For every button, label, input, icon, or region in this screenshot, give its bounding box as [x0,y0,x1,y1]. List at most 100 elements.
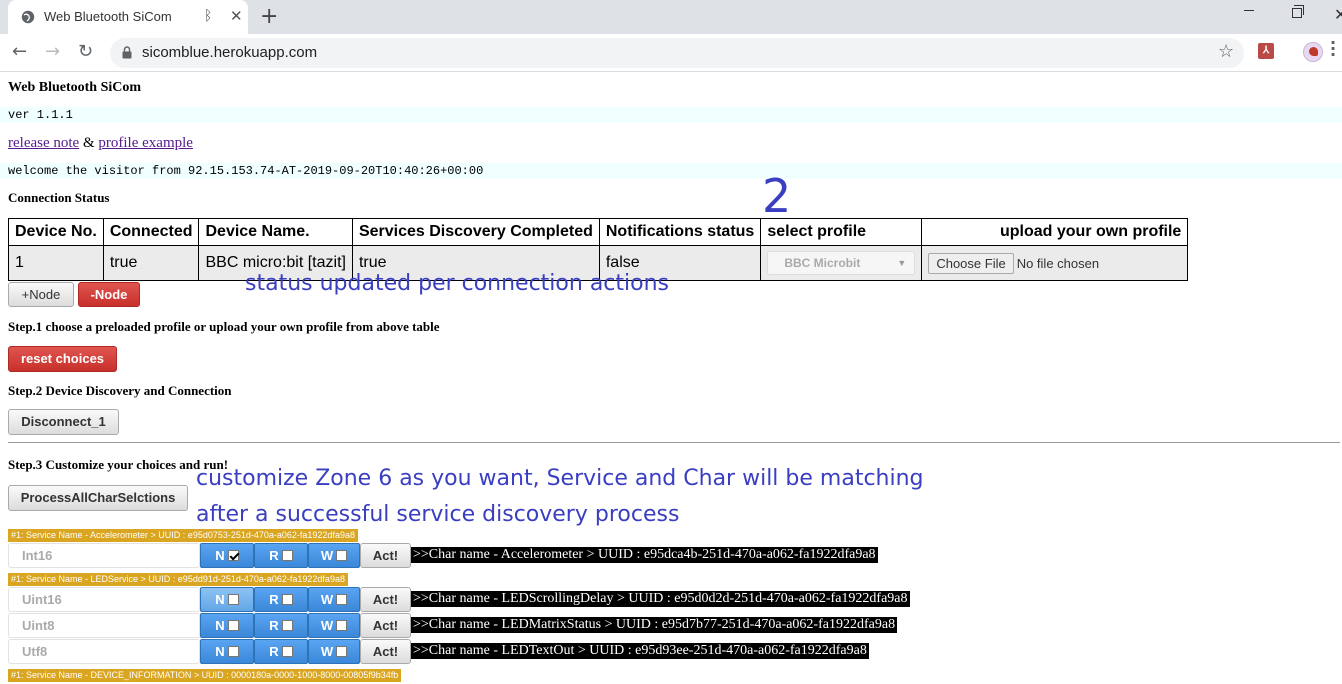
connection-status-heading: Connection Status [8,190,110,205]
read-checkbox[interactable] [281,620,293,631]
notify-label: N [215,618,225,633]
char-row: Utf8 N R W Act! >>Char name - LEDTextOut… [8,639,1008,664]
profile-avatar[interactable] [1303,42,1323,62]
act-button[interactable]: Act! [360,639,411,664]
annotation-customize-2: after a successful service discovery pro… [196,502,680,527]
profile-select[interactable]: BBC Microbit ▼ [767,251,916,275]
write-toggle[interactable]: W [308,613,360,638]
address-bar[interactable]: sicomblue.herokuapp.com ☆ [110,38,1244,68]
write-toggle[interactable]: W [308,639,360,664]
profile-select-value: BBC Microbit [784,256,861,270]
header-upload-profile: upload your own profile [921,218,1189,246]
write-checkbox[interactable] [336,550,348,561]
notify-checkbox[interactable] [227,550,239,561]
read-checkbox[interactable] [281,550,293,561]
act-button[interactable]: Act! [360,543,411,568]
globe-icon [21,10,35,24]
step2-heading: Step.2 Device Discovery and Connection [8,383,232,398]
header-connected: Connected [102,218,200,246]
write-toggle[interactable]: W [308,543,360,568]
data-type-field[interactable]: Uint16 [8,587,200,612]
service-label: #1: Service Name - DEVICE_INFORMATION > … [8,669,402,682]
write-label: W [320,618,334,633]
restore-icon[interactable] [1292,5,1304,18]
notify-toggle[interactable]: N [200,613,254,638]
version-line: ver 1.1.1 [0,107,1342,123]
welcome-line: welcome the visitor from 92.15.153.74-AT… [0,163,1342,179]
annotation-status-note: status updated per connection actions [245,271,669,296]
menu-icon[interactable]: · · · [1330,35,1336,63]
minimize-icon[interactable] [1244,10,1254,11]
write-checkbox[interactable] [336,594,348,605]
back-icon[interactable]: ← [12,41,27,62]
service-label: #1: Service Name - LEDService > UUID : e… [8,573,348,586]
tab-strip: Web Bluetooth SiCom ᛒ ✕ + ✕ [0,0,1342,34]
read-toggle[interactable]: R [254,613,308,638]
cell-select-profile: BBC Microbit ▼ [760,245,923,281]
pdf-extension-icon[interactable]: ⅄ [1258,43,1274,59]
service-label: #1: Service Name - Accelerometer > UUID … [8,529,358,542]
notify-toggle[interactable]: N [200,543,254,568]
notify-checkbox[interactable] [227,594,239,605]
write-checkbox[interactable] [336,620,348,631]
notify-checkbox[interactable] [227,620,239,631]
bookmark-star-icon[interactable]: ☆ [1218,41,1234,62]
step1-heading: Step.1 choose a preloaded profile or upl… [8,319,440,334]
read-toggle[interactable]: R [254,543,308,568]
data-type-field[interactable]: Int16 [8,543,200,568]
notify-checkbox[interactable] [227,646,239,657]
cell-device-no: 1 [8,245,104,281]
data-type-field[interactable]: Utf8 [8,639,200,664]
header-device-no: Device No. [8,218,104,246]
annotation-number: 2 [762,169,792,223]
choose-file-button[interactable]: Choose File [928,252,1014,274]
char-row: Uint8 N R W Act! >>Char name - LEDMatrix… [8,613,1008,638]
disconnect-button[interactable]: Disconnect_1 [8,409,119,435]
close-tab-icon[interactable]: ✕ [230,7,243,25]
read-label: R [269,618,279,633]
reload-icon[interactable]: ↻ [78,41,93,62]
remove-node-button[interactable]: -Node [78,282,140,307]
char-name-label: >>Char name - LEDScrollingDelay > UUID :… [411,591,910,607]
act-button[interactable]: Act! [360,587,411,612]
char-row: Int16 N R W Act! >>Char name - Accelerom… [8,543,1008,568]
write-toggle[interactable]: W [308,587,360,612]
write-checkbox[interactable] [336,646,348,657]
links-line: release note & profile example [8,135,193,152]
add-node-button[interactable]: +Node [8,282,74,307]
process-all-button[interactable]: ProcessAllCharSelctions [8,485,188,511]
browser-tab[interactable]: Web Bluetooth SiCom ᛒ ✕ [8,0,248,34]
notify-toggle[interactable]: N [200,587,254,612]
read-checkbox[interactable] [281,594,293,605]
act-button[interactable]: Act! [360,613,411,638]
cell-upload-profile: Choose File No file chosen [921,245,1189,281]
divider [8,442,1340,443]
forward-icon[interactable]: → [45,41,60,62]
window-close-icon[interactable]: ✕ [1334,5,1342,24]
bluetooth-icon: ᛒ [204,8,213,24]
release-note-link[interactable]: release note [8,135,79,151]
read-toggle[interactable]: R [254,639,308,664]
read-label: R [269,644,279,659]
profile-example-link[interactable]: profile example [98,135,193,151]
links-separator: & [82,135,95,151]
write-label: W [320,592,334,607]
new-tab-icon[interactable]: + [260,4,278,29]
annotation-customize-1: customize Zone 6 as you want, Service an… [196,466,924,491]
file-status-text: No file chosen [1016,255,1100,271]
browser-toolbar: ← → ↻ sicomblue.herokuapp.com ☆ [0,34,1342,72]
char-name-label: >>Char name - LEDMatrixStatus > UUID : e… [411,617,898,633]
read-toggle[interactable]: R [254,587,308,612]
read-label: R [269,548,279,563]
data-type-field[interactable]: Uint8 [8,613,200,638]
reset-choices-button[interactable]: reset choices [8,346,117,372]
page-content: Web Bluetooth SiCom ver 1.1.1 release no… [0,73,1342,684]
lock-icon [122,46,132,59]
write-label: W [320,644,334,659]
char-name-label: >>Char name - Accelerometer > UUID : e95… [411,547,878,563]
notify-toggle[interactable]: N [200,639,254,664]
chevron-down-icon: ▼ [897,258,907,268]
notify-label: N [215,644,225,659]
read-checkbox[interactable] [281,646,293,657]
read-label: R [269,592,279,607]
